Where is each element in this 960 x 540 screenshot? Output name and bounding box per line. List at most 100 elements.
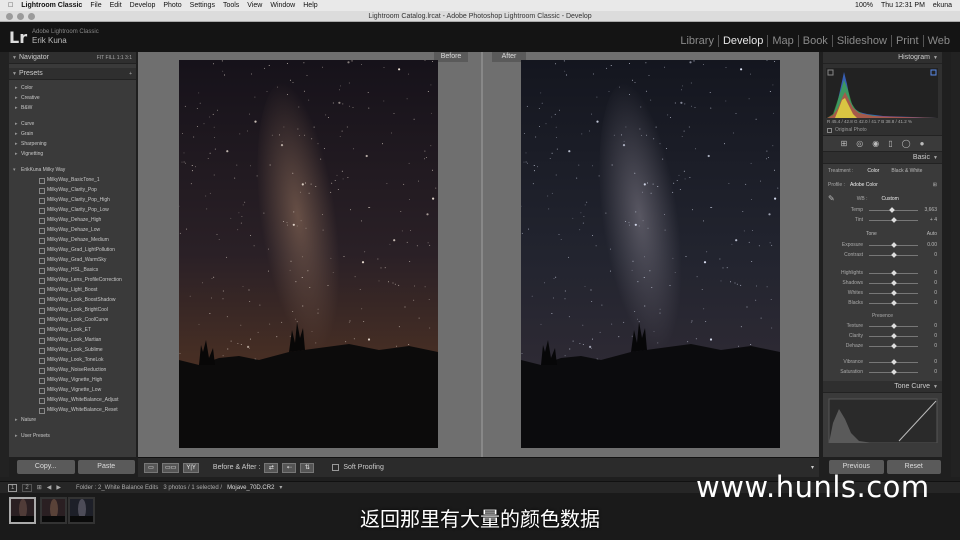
filename-dropdown-icon[interactable]: ▾ <box>279 484 282 491</box>
slider-saturation[interactable] <box>869 368 918 375</box>
preset-item[interactable]: MilkyWay_Look_CoolCurve <box>9 315 136 325</box>
right-panel-toggle[interactable] <box>951 52 960 477</box>
slider-thumb[interactable] <box>890 322 897 329</box>
preset-group[interactable]: B&W <box>9 103 136 113</box>
preset-item[interactable]: MilkyWay_Clarity_Pop_High <box>9 195 136 205</box>
slider-blacks[interactable] <box>869 299 918 306</box>
preset-group[interactable]: Sharpening <box>9 139 136 149</box>
slider-shadows[interactable] <box>869 279 918 286</box>
slider-thumb[interactable] <box>891 216 898 223</box>
slider-thumb[interactable] <box>890 332 897 339</box>
menu-item-tools[interactable]: Tools <box>223 2 239 9</box>
preset-item[interactable]: MilkyWay_Look_Martian <box>9 335 136 345</box>
menu-item-file[interactable]: File <box>90 2 101 9</box>
app-menu[interactable]: Lightroom Classic <box>21 2 82 9</box>
slider-value[interactable]: + 4 <box>921 217 937 223</box>
copy-after-settings-icon[interactable]: ⇠ <box>282 462 297 473</box>
preset-item[interactable]: MilkyWay_Look_BoostShadow <box>9 295 136 305</box>
menu-item-edit[interactable]: Edit <box>110 2 122 9</box>
slider-whites[interactable] <box>869 289 918 296</box>
slider-value[interactable]: 0 <box>921 290 937 296</box>
treatment-bw-option[interactable]: Black & White <box>891 168 922 174</box>
left-panel-toggle[interactable] <box>0 52 9 477</box>
preset-group[interactable]: Curve <box>9 119 136 129</box>
slider-value[interactable]: 3,663 <box>921 207 937 213</box>
preset-item[interactable]: MilkyWay_BasicTone_1 <box>9 175 136 185</box>
slider-contrast[interactable] <box>869 251 918 258</box>
tone-curve-header[interactable]: Tone Curve ▼ <box>823 381 942 393</box>
user-menu[interactable]: ekuna <box>933 2 952 9</box>
preset-group-user[interactable]: User Presets <box>9 431 136 441</box>
menu-item-settings[interactable]: Settings <box>190 2 215 9</box>
copy-before-settings-icon[interactable]: ⇄ <box>264 462 279 473</box>
copy-button[interactable]: Copy... <box>17 460 75 474</box>
slider-highlights[interactable] <box>869 269 918 276</box>
wb-eyedropper-icon[interactable]: ✎ <box>828 194 835 203</box>
slider-value[interactable]: 0 <box>921 300 937 306</box>
slider-vibrance[interactable] <box>869 358 918 365</box>
slider-thumb[interactable] <box>890 289 897 296</box>
slider-thumb[interactable] <box>890 251 897 258</box>
module-web[interactable]: Web <box>924 35 954 47</box>
basic-header[interactable]: Basic ▼ <box>823 152 942 164</box>
forward-arrow-icon[interactable]: ▶ <box>56 484 61 491</box>
preset-item[interactable]: MilkyWay_Vignette_Low <box>9 385 136 395</box>
module-develop[interactable]: Develop <box>719 35 769 47</box>
wb-dropdown[interactable]: Custom <box>882 196 899 202</box>
histogram-header[interactable]: Histogram ▼ <box>823 52 942 64</box>
profile-browser-icon[interactable]: ⊞ <box>933 182 937 188</box>
profile-dropdown[interactable]: Adobe Color <box>850 182 878 188</box>
preset-item[interactable]: MilkyWay_WhiteBalance_Adjust <box>9 395 136 405</box>
preset-item[interactable]: MilkyWay_Dehaze_Low <box>9 225 136 235</box>
preset-item[interactable]: MilkyWay_WhiteBalance_Reset <box>9 405 136 415</box>
slider-value[interactable]: 0 <box>921 270 937 276</box>
preset-group[interactable]: Color <box>9 83 136 93</box>
page1-button[interactable]: 1 <box>8 483 18 492</box>
preset-group[interactable]: Grain <box>9 129 136 139</box>
module-print[interactable]: Print <box>892 35 924 47</box>
preset-group[interactable]: Creative <box>9 93 136 103</box>
preset-item[interactable]: MilkyWay_Look_BrightCool <box>9 305 136 315</box>
preset-item[interactable]: MilkyWay_Look_ET <box>9 325 136 335</box>
slider-dehaze[interactable] <box>869 342 918 349</box>
menu-item-photo[interactable]: Photo <box>163 2 181 9</box>
preset-item[interactable]: MilkyWay_HSL_Basics <box>9 265 136 275</box>
treatment-color-option[interactable]: Color <box>867 168 879 174</box>
paste-button[interactable]: Paste <box>77 460 135 474</box>
slider-clarity[interactable] <box>869 332 918 339</box>
red-eye-icon[interactable]: ◉ <box>872 139 879 148</box>
clock[interactable]: Thu 12:31 PM <box>881 2 925 9</box>
slider-thumb[interactable] <box>890 299 897 306</box>
loupe-view-icon[interactable]: ▭ <box>144 462 158 473</box>
navigator-zoom-options[interactable]: FIT FILL 1:1 3:1 <box>97 55 132 61</box>
slider-thumb[interactable] <box>890 279 897 286</box>
window-controls[interactable] <box>6 13 35 20</box>
compare-view-icon[interactable]: ▭▭ <box>162 462 180 473</box>
image-area[interactable]: Before After <box>138 52 819 457</box>
crop-tool-icon[interactable]: ⊞ <box>841 139 848 148</box>
module-library[interactable]: Library <box>676 35 719 47</box>
module-slideshow[interactable]: Slideshow <box>833 35 892 47</box>
slider-thumb[interactable] <box>890 342 897 349</box>
tone-curve-graph[interactable] <box>823 393 942 444</box>
histogram[interactable]: R 45.4 / 42.8 G 42.0 / 41.7 B 38.8 / 41.… <box>823 64 942 136</box>
radial-filter-icon[interactable]: ◯ <box>902 139 911 148</box>
preset-item[interactable]: MilkyWay_Light_Boost <box>9 285 136 295</box>
preset-item[interactable]: MilkyWay_NoiseReduction <box>9 365 136 375</box>
slider-thumb[interactable] <box>890 269 897 276</box>
navigator-header[interactable]: ▼ Navigator FIT FILL 1:1 3:1 <box>9 52 136 64</box>
preset-item[interactable]: MilkyWay_Grad_LightPollution <box>9 245 136 255</box>
preset-item[interactable]: MilkyWay_Lens_ProfileCorrection <box>9 275 136 285</box>
slider-value[interactable]: 0 <box>921 323 937 329</box>
apple-icon[interactable]:  <box>8 2 13 9</box>
slider-thumb[interactable] <box>890 358 897 365</box>
slider-exposure[interactable] <box>869 241 918 248</box>
grid-view-icon[interactable]: ⊞ <box>37 484 42 491</box>
after-photo[interactable] <box>521 60 780 448</box>
slider-value[interactable]: 0 <box>921 343 937 349</box>
slider-texture[interactable] <box>869 322 918 329</box>
selected-filename[interactable]: Mojave_70D.CR2 <box>227 485 274 491</box>
slider-thumb[interactable] <box>888 206 895 213</box>
slider-tint[interactable] <box>869 216 918 223</box>
preset-item[interactable]: MilkyWay_Look_Sublime <box>9 345 136 355</box>
